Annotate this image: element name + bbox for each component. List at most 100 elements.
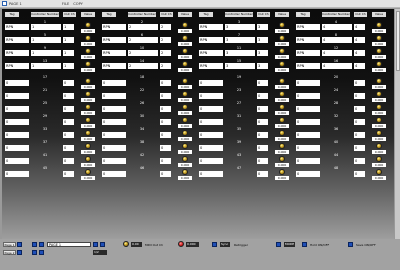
out-channel-field[interactable]: 4 bbox=[354, 24, 365, 30]
out-channel-field[interactable]: 0 bbox=[160, 93, 171, 99]
value-knob[interactable] bbox=[279, 22, 285, 28]
value-knob[interactable] bbox=[376, 48, 382, 54]
controller-number-field[interactable]: 2 bbox=[128, 63, 158, 69]
controller-number-field[interactable]: 3 bbox=[225, 63, 255, 69]
out-channel-field[interactable]: 0 bbox=[257, 145, 268, 151]
controller-number-field[interactable]: 0 bbox=[102, 132, 126, 138]
controller-number-field[interactable]: 0 bbox=[5, 80, 29, 86]
value-knob[interactable] bbox=[85, 91, 91, 97]
value-knob[interactable] bbox=[376, 35, 382, 41]
value-knob[interactable] bbox=[85, 117, 91, 123]
value-knob[interactable] bbox=[376, 156, 382, 162]
tag-field[interactable]: RPN bbox=[102, 24, 126, 30]
controller-number-field[interactable]: 0 bbox=[102, 171, 126, 177]
value-knob[interactable] bbox=[85, 169, 91, 175]
sync-toggle[interactable] bbox=[212, 242, 217, 247]
controller-number-field[interactable]: 0 bbox=[5, 132, 29, 138]
value-knob[interactable] bbox=[85, 156, 91, 162]
value-knob[interactable] bbox=[376, 169, 382, 175]
tag-field[interactable]: RPN bbox=[199, 37, 223, 43]
value-knob[interactable] bbox=[279, 104, 285, 110]
tag-field[interactable]: RPN bbox=[296, 24, 320, 30]
mode-toggle-a[interactable] bbox=[32, 242, 37, 247]
mode-toggle-c[interactable] bbox=[32, 250, 37, 255]
controller-number-field[interactable]: 0 bbox=[199, 106, 223, 112]
hold-toggle[interactable] bbox=[302, 242, 307, 247]
tag-field[interactable]: RPN bbox=[102, 50, 126, 56]
controller-number-field[interactable]: 3 bbox=[225, 37, 255, 43]
controller-number-field[interactable]: 2 bbox=[128, 24, 158, 30]
out-channel-field[interactable]: 0 bbox=[354, 119, 365, 125]
out-channel-field[interactable]: 3 bbox=[257, 50, 268, 56]
tag-field[interactable]: RPN bbox=[5, 50, 29, 56]
value-knob[interactable] bbox=[182, 91, 188, 97]
value-knob[interactable] bbox=[279, 78, 285, 84]
controller-number-field[interactable]: 0 bbox=[102, 93, 126, 99]
controller-number-field[interactable]: 1 bbox=[31, 37, 61, 43]
menu-copy[interactable]: COPY bbox=[73, 2, 83, 6]
out-channel-field[interactable]: 0 bbox=[354, 132, 365, 138]
out-channel-field[interactable]: 1 bbox=[63, 63, 74, 69]
out-channel-field[interactable]: 0 bbox=[160, 158, 171, 164]
out-channel-field[interactable]: 3 bbox=[257, 24, 268, 30]
page-2-toggle[interactable] bbox=[17, 250, 22, 255]
out-channel-field[interactable]: 4 bbox=[354, 50, 365, 56]
out-channel-field[interactable]: 0 bbox=[63, 119, 74, 125]
out-channel-field[interactable]: 0 bbox=[63, 93, 74, 99]
controller-number-field[interactable]: 0 bbox=[296, 80, 320, 86]
out-channel-field[interactable]: 2 bbox=[160, 63, 171, 69]
controller-number-field[interactable]: 4 bbox=[322, 24, 352, 30]
out-channel-field[interactable]: 0 bbox=[354, 80, 365, 86]
page-1-toggle[interactable] bbox=[17, 242, 22, 247]
controller-number-field[interactable]: 0 bbox=[5, 106, 29, 112]
menu-file[interactable]: FILE bbox=[62, 2, 69, 6]
value-knob[interactable] bbox=[376, 78, 382, 84]
tag-field[interactable]: RPN bbox=[199, 24, 223, 30]
out-channel-field[interactable]: 0 bbox=[257, 158, 268, 164]
controller-number-field[interactable]: 4 bbox=[322, 50, 352, 56]
out-channel-field[interactable]: 0 bbox=[63, 158, 74, 164]
controller-number-field[interactable]: 0 bbox=[296, 132, 320, 138]
out-channel-field[interactable]: 0 bbox=[160, 132, 171, 138]
out-channel-field[interactable]: 0 bbox=[63, 145, 74, 151]
value-knob[interactable] bbox=[182, 104, 188, 110]
value-knob[interactable] bbox=[182, 169, 188, 175]
value-knob[interactable] bbox=[279, 130, 285, 136]
controller-number-field[interactable]: 4 bbox=[322, 63, 352, 69]
out-channel-field[interactable]: 2 bbox=[160, 37, 171, 43]
out-channel-field[interactable]: 0 bbox=[354, 158, 365, 164]
value-knob[interactable] bbox=[182, 22, 188, 28]
controller-number-field[interactable]: 0 bbox=[199, 93, 223, 99]
tag-field[interactable]: RPN bbox=[102, 63, 126, 69]
value-knob[interactable] bbox=[182, 35, 188, 41]
value-knob[interactable] bbox=[182, 78, 188, 84]
tag-field[interactable]: RPN bbox=[199, 63, 223, 69]
page-name-field[interactable]: PAGE 1 bbox=[47, 242, 91, 247]
controller-number-field[interactable]: 1 bbox=[31, 50, 61, 56]
value-knob[interactable] bbox=[182, 48, 188, 54]
page-2-button[interactable]: Page 2 bbox=[3, 250, 16, 255]
out-channel-field[interactable]: 4 bbox=[354, 63, 365, 69]
tag-field[interactable]: RPN bbox=[296, 50, 320, 56]
value-knob[interactable] bbox=[376, 22, 382, 28]
value-knob[interactable] bbox=[279, 143, 285, 149]
value-knob[interactable] bbox=[376, 117, 382, 123]
value-knob[interactable] bbox=[279, 48, 285, 54]
controller-number-field[interactable]: 0 bbox=[199, 158, 223, 164]
controller-number-field[interactable]: 1 bbox=[31, 63, 61, 69]
value-knob[interactable] bbox=[85, 104, 91, 110]
controller-number-field[interactable]: 2 bbox=[128, 37, 158, 43]
out-channel-field[interactable]: 0 bbox=[160, 106, 171, 112]
controller-number-field[interactable]: 1 bbox=[31, 24, 61, 30]
value-knob[interactable] bbox=[376, 91, 382, 97]
value-knob[interactable] bbox=[182, 61, 188, 67]
controller-number-field[interactable]: 0 bbox=[5, 158, 29, 164]
controller-number-field[interactable]: 0 bbox=[102, 119, 126, 125]
out-channel-field[interactable]: 0 bbox=[354, 145, 365, 151]
value-knob[interactable] bbox=[85, 143, 91, 149]
mode-toggle-d[interactable] bbox=[39, 250, 44, 255]
controller-number-field[interactable]: 0 bbox=[5, 119, 29, 125]
mode-toggle-b[interactable] bbox=[39, 242, 44, 247]
controller-number-field[interactable]: 0 bbox=[199, 145, 223, 151]
tag-field[interactable]: RPN bbox=[296, 37, 320, 43]
